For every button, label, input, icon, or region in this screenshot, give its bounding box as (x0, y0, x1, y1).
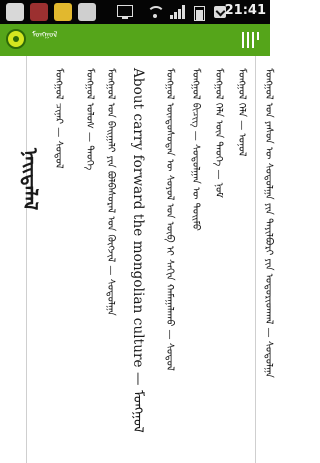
app-icon (30, 3, 48, 21)
battery-icon (194, 4, 206, 21)
app-bar: ᠮᠣᠩᠭᠣᠯ (0, 24, 270, 56)
list-item[interactable]: ᠮᠣᠩᠭᠣᠯ ᠤᠨ ᠶᠠᠰᠤᠨ ᠦ ᠰᠤᠳᠤᠯᠭᠠ ᠶᠢᠨ ᠲᠠᠶᠢᠯᠪᠤᠷᠢ … (259, 68, 277, 378)
notification-icon (6, 3, 24, 21)
status-bar: 21:41 (0, 0, 270, 24)
status-clock: 21:41 (224, 3, 266, 18)
list-item[interactable]: ᠮᠣᠩᠭᠣᠯ ᠪᠢᠴᠢᠭ — ᠰᠤᠳᠤᠯᠭᠠᠨ ᠦ ᠲᠣᠢᠮᠤ (186, 68, 204, 231)
star-icon (54, 3, 72, 21)
main-content: ᠨᠡᠢᠲᠡᠯᠡᠯ ᠮᠣᠩᠭᠣᠯ ᠴᠢᠨᠠᠷ — ᠰᠤᠳᠤᠯ ᠮᠣᠩᠭᠣᠯ ᠤᠯᠤ… (0, 56, 274, 463)
list-item[interactable]: ᠮᠣᠩᠭᠣᠯ ᠦᠨᠳᠦᠰᠦᠲᠡᠨ ᠦ ᠰᠣᠶᠣᠯ ᠤᠨ ᠥᠪ ᠢ ᠰᠠᠬᠢᠨ ᠬ… (160, 68, 178, 371)
menu-bars-icon[interactable] (242, 32, 260, 48)
list-item[interactable]: ᠮᠣᠩᠭᠣᠯ ᠴᠢᠨᠠᠷ — ᠰᠤᠳᠤᠯ (49, 68, 67, 169)
app-title: ᠮᠣᠩᠭᠣᠯ (32, 30, 58, 39)
list-item[interactable]: ᠮᠣᠩᠭᠣᠯ ᠤᠨ ᠪᠠᠢᠭᠠᠯᠢ ᠶᠢᠨ ᠪᠣᠯᠪᠠᠰᠤᠷᠠᠯ ᠤᠨ ᠬᠥᠭᠵ… (101, 68, 119, 316)
monitor-icon (116, 4, 134, 20)
page-heading: ᠨᠡᠢᠲᠡᠯᠡᠯ (19, 148, 41, 211)
app-logo-icon[interactable] (6, 29, 26, 49)
usb-icon (78, 3, 96, 21)
list-item[interactable]: About carry forward the mongolian cultur… (126, 68, 150, 433)
divider (26, 56, 27, 463)
signal-icon (170, 4, 186, 20)
wifi-icon (146, 4, 165, 20)
list-item[interactable]: ᠮᠣᠩᠭᠣᠯ ᠬᠡᠯᠡ ᠦᠨ ᠲᠡᠦᠬᠡ — ᠨᠣᠮ (209, 68, 227, 198)
list-item[interactable]: ᠮᠣᠩᠭᠣᠯ ᠬᠡᠯᠡ — ᠣᠨᠣᠯ (232, 68, 250, 156)
list-item[interactable]: ᠮᠣᠩᠭᠣᠯ ᠤᠯᠤᠰ — ᠲᠡᠦᠬᠡ (80, 68, 98, 170)
divider (255, 56, 256, 463)
